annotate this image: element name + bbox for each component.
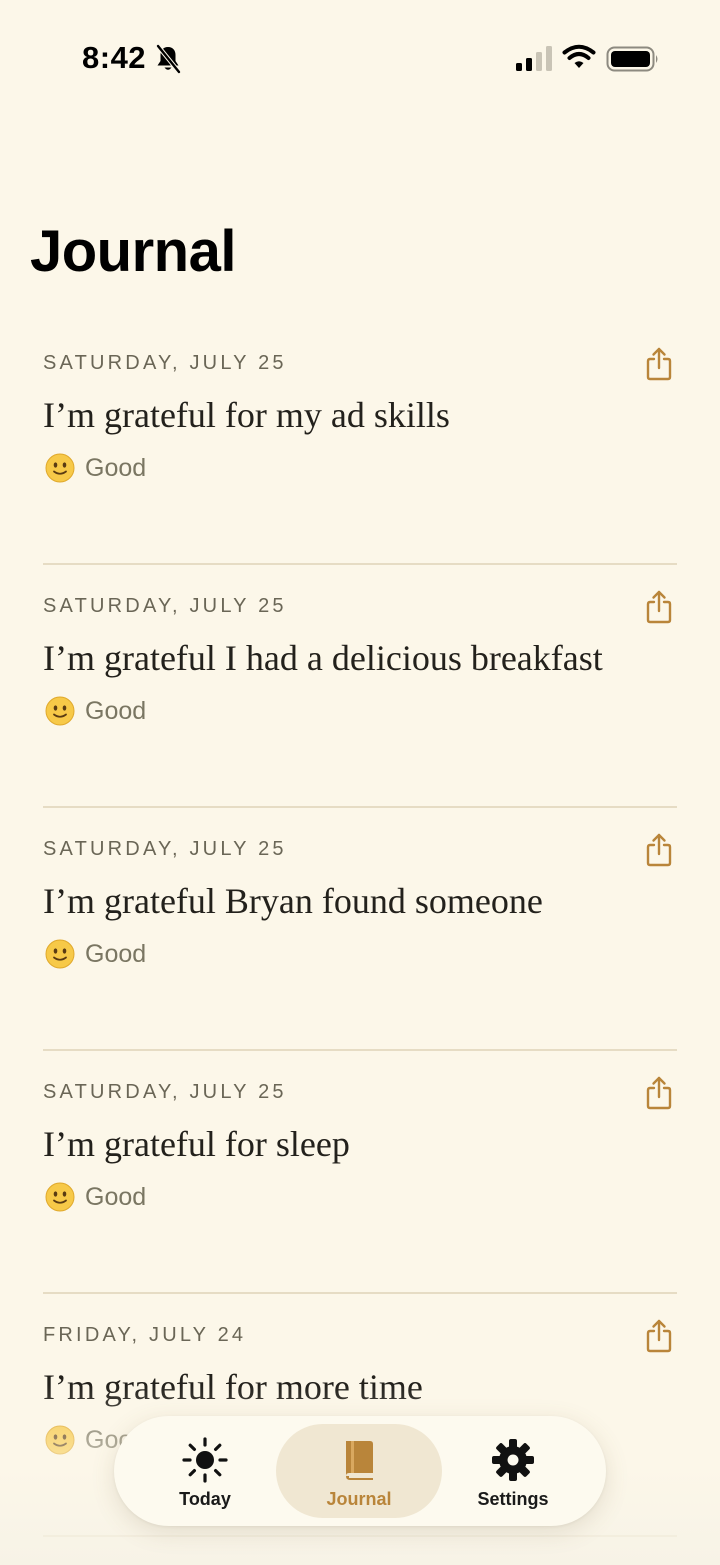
share-button[interactable]: [643, 589, 675, 625]
slightly-smiling-face-icon: [45, 696, 75, 726]
tab-label: Journal: [326, 1489, 392, 1509]
journal-entry[interactable]: SATURDAY, JULY 25 I’m grateful for sleep…: [43, 1051, 677, 1294]
cellular-signal-icon: [516, 46, 552, 71]
share-button[interactable]: [643, 832, 675, 868]
journal-entry[interactable]: SATURDAY, JULY 25 I’m grateful for my ad…: [43, 322, 677, 565]
tab-journal[interactable]: Journal: [276, 1424, 442, 1518]
battery-icon: [606, 46, 658, 72]
status-time: 8:42: [82, 40, 147, 75]
journal-entry-list: SATURDAY, JULY 25 I’m grateful for my ad…: [0, 322, 720, 1537]
entry-date: FRIDAY, JULY 24: [43, 1324, 247, 1346]
share-button[interactable]: [643, 1075, 675, 1111]
tab-label: Settings: [477, 1489, 549, 1509]
sun-icon: [182, 1437, 228, 1483]
journal-entry[interactable]: SATURDAY, JULY 25 I’m grateful I had a d…: [43, 565, 677, 808]
entry-date: SATURDAY, JULY 25: [43, 352, 287, 374]
entry-date: SATURDAY, JULY 25: [43, 1081, 287, 1103]
wifi-icon: [562, 44, 596, 68]
entry-text: I’m grateful Bryan found someone: [43, 881, 543, 921]
tab-today[interactable]: Today: [122, 1424, 288, 1518]
entry-mood: Good: [45, 938, 146, 970]
share-button[interactable]: [643, 1318, 675, 1354]
tab-bar: Today Journal Settings: [114, 1416, 606, 1526]
tab-settings[interactable]: Settings: [430, 1424, 596, 1518]
share-button[interactable]: [643, 346, 675, 382]
entry-date: SATURDAY, JULY 25: [43, 595, 287, 617]
gear-icon: [492, 1439, 534, 1481]
status-bar: 8:42: [0, 0, 720, 110]
slightly-smiling-face-icon: [45, 453, 75, 483]
journal-entry[interactable]: SATURDAY, JULY 25 I’m grateful Bryan fou…: [43, 808, 677, 1051]
mood-label: Good: [85, 454, 147, 482]
book-icon: [346, 1441, 373, 1480]
slightly-smiling-face-icon: [45, 939, 75, 969]
page-title: Journal: [30, 219, 237, 284]
entry-text: I’m grateful I had a delicious breakfast: [43, 638, 603, 678]
tab-label: Today: [179, 1489, 231, 1509]
mood-label: Good: [85, 697, 147, 725]
entry-mood: Good: [45, 695, 146, 727]
entry-mood: Good: [45, 452, 146, 484]
entry-text: I’m grateful for sleep: [43, 1124, 350, 1164]
entry-date: SATURDAY, JULY 25: [43, 838, 287, 860]
entry-text: I’m grateful for more time: [43, 1367, 423, 1407]
entry-mood: Good: [45, 1181, 146, 1213]
bell-slash-icon: [155, 44, 182, 74]
entry-text: I’m grateful for my ad skills: [43, 395, 450, 435]
mood-label: Good: [85, 1183, 147, 1211]
mood-label: Good: [85, 940, 147, 968]
slightly-smiling-face-icon: [45, 1425, 75, 1455]
slightly-smiling-face-icon: [45, 1182, 75, 1212]
